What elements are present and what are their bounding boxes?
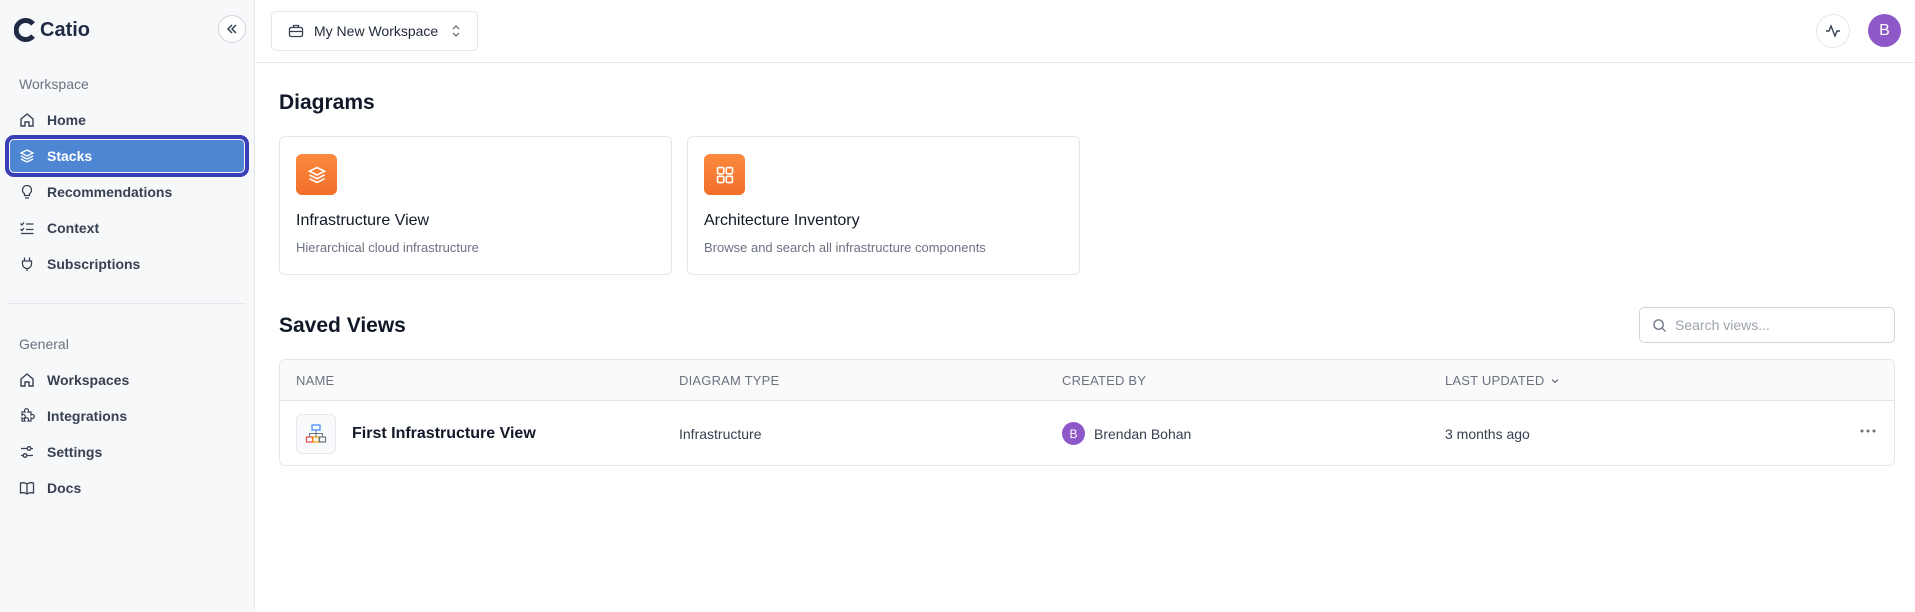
- search-input[interactable]: [1675, 317, 1885, 333]
- home-icon: [20, 113, 34, 127]
- sidebar-item-label: Stacks: [47, 148, 93, 164]
- column-header-created-by[interactable]: CREATED BY: [1062, 360, 1146, 401]
- cell-name: First Infrastructure View: [296, 401, 536, 465]
- saved-views-title: Saved Views: [279, 314, 406, 337]
- workspace-section-label: Workspace: [19, 76, 89, 92]
- home-icon: [20, 373, 34, 387]
- layers-icon: [307, 166, 326, 183]
- activity-icon: [1826, 24, 1840, 38]
- sidebar-item-settings[interactable]: Settings: [10, 436, 244, 468]
- view-name[interactable]: First Infrastructure View: [352, 425, 536, 443]
- card-title: Infrastructure View: [296, 212, 430, 229]
- chevron-up-down-icon: [452, 25, 460, 37]
- column-label: CREATED BY: [1062, 373, 1147, 388]
- briefcase-icon: [288, 24, 304, 38]
- column-header-name[interactable]: NAME: [296, 360, 334, 401]
- general-section-label: General: [19, 336, 69, 352]
- sidebar-item-label: Recommendations: [47, 184, 173, 200]
- sidebar-item-label: Home: [47, 112, 86, 128]
- puzzle-icon: [21, 408, 35, 422]
- more-horizontal-icon: [1860, 429, 1876, 433]
- chevron-down-icon: [1551, 378, 1559, 383]
- cell-last-updated: 3 months ago: [1445, 425, 1530, 442]
- grid-icon: [716, 166, 733, 183]
- column-label: NAME: [296, 373, 335, 388]
- table-header: NAME DIAGRAM TYPE CREATED BY LAST UPDATE…: [280, 360, 1894, 401]
- list-checks-icon: [20, 222, 34, 235]
- column-header-diagram-type[interactable]: DIAGRAM TYPE: [679, 360, 779, 401]
- activity-button[interactable]: [1816, 14, 1850, 48]
- sidebar-item-docs[interactable]: Docs: [10, 472, 244, 504]
- column-header-last-updated[interactable]: LAST UPDATED: [1445, 360, 1560, 401]
- search-views[interactable]: [1639, 307, 1895, 343]
- sidebar-item-stacks[interactable]: Stacks: [5, 135, 249, 177]
- user-avatar[interactable]: B: [1868, 14, 1901, 47]
- diagram-card-infrastructure-view[interactable]: Infrastructure View Hierarchical cloud i…: [279, 136, 672, 275]
- diagram-card-architecture-inventory[interactable]: Architecture Inventory Browse and search…: [687, 136, 1080, 275]
- sidebar: Catio Workspace Home Stacks Recommendati…: [0, 0, 255, 612]
- table-row[interactable]: First Infrastructure View Infrastructure…: [280, 401, 1894, 465]
- search-icon: [1653, 318, 1667, 332]
- card-description: Hierarchical cloud infrastructure: [296, 240, 479, 255]
- row-actions-button[interactable]: [1856, 421, 1880, 441]
- collapse-sidebar-button[interactable]: [218, 15, 246, 43]
- sidebar-item-workspaces[interactable]: Workspaces: [10, 364, 244, 396]
- sidebar-item-label: Integrations: [47, 408, 128, 424]
- card-description: Browse and search all infrastructure com…: [704, 240, 986, 255]
- lightbulb-icon: [21, 184, 33, 199]
- sidebar-item-recommendations[interactable]: Recommendations: [10, 176, 244, 208]
- chevrons-left-icon: [226, 24, 237, 34]
- diagrams-title: Diagrams: [279, 91, 375, 114]
- book-icon: [19, 482, 35, 495]
- sidebar-item-home[interactable]: Home: [10, 104, 244, 136]
- sidebar-item-label: Docs: [47, 480, 82, 496]
- sidebar-item-label: Settings: [47, 444, 103, 460]
- sliders-icon: [21, 446, 33, 458]
- sidebar-item-label: Subscriptions: [47, 256, 141, 272]
- cell-created-by: B Brendan Bohan: [1062, 401, 1192, 465]
- card-icon: [296, 154, 337, 195]
- top-bar: My New Workspace B: [255, 0, 1915, 63]
- sidebar-item-integrations[interactable]: Integrations: [10, 400, 244, 432]
- catio-logo[interactable]: Catio: [14, 18, 90, 42]
- card-title: Architecture Inventory: [704, 212, 860, 229]
- sidebar-item-subscriptions[interactable]: Subscriptions: [10, 248, 244, 280]
- column-label: DIAGRAM TYPE: [679, 373, 780, 388]
- creator-avatar: B: [1062, 422, 1085, 445]
- creator-name: Brendan Bohan: [1094, 425, 1192, 442]
- saved-views-table: NAME DIAGRAM TYPE CREATED BY LAST UPDATE…: [279, 359, 1895, 466]
- column-label: LAST UPDATED: [1445, 373, 1545, 388]
- workspace-name: My New Workspace: [314, 23, 439, 39]
- hierarchy-icon: [305, 423, 327, 443]
- plug-icon: [21, 257, 33, 271]
- sidebar-item-label: Workspaces: [47, 372, 130, 388]
- catio-logo-icon: [14, 18, 35, 42]
- sidebar-item-label: Context: [47, 220, 100, 236]
- sidebar-item-context[interactable]: Context: [10, 212, 244, 244]
- card-icon: [704, 154, 745, 195]
- sidebar-divider: [8, 303, 246, 304]
- layers-icon: [19, 149, 35, 163]
- cell-diagram-type: Infrastructure: [679, 425, 762, 442]
- infrastructure-diagram-icon: [296, 413, 336, 454]
- app-name: Catio: [40, 18, 90, 41]
- workspace-selector[interactable]: My New Workspace: [271, 11, 478, 51]
